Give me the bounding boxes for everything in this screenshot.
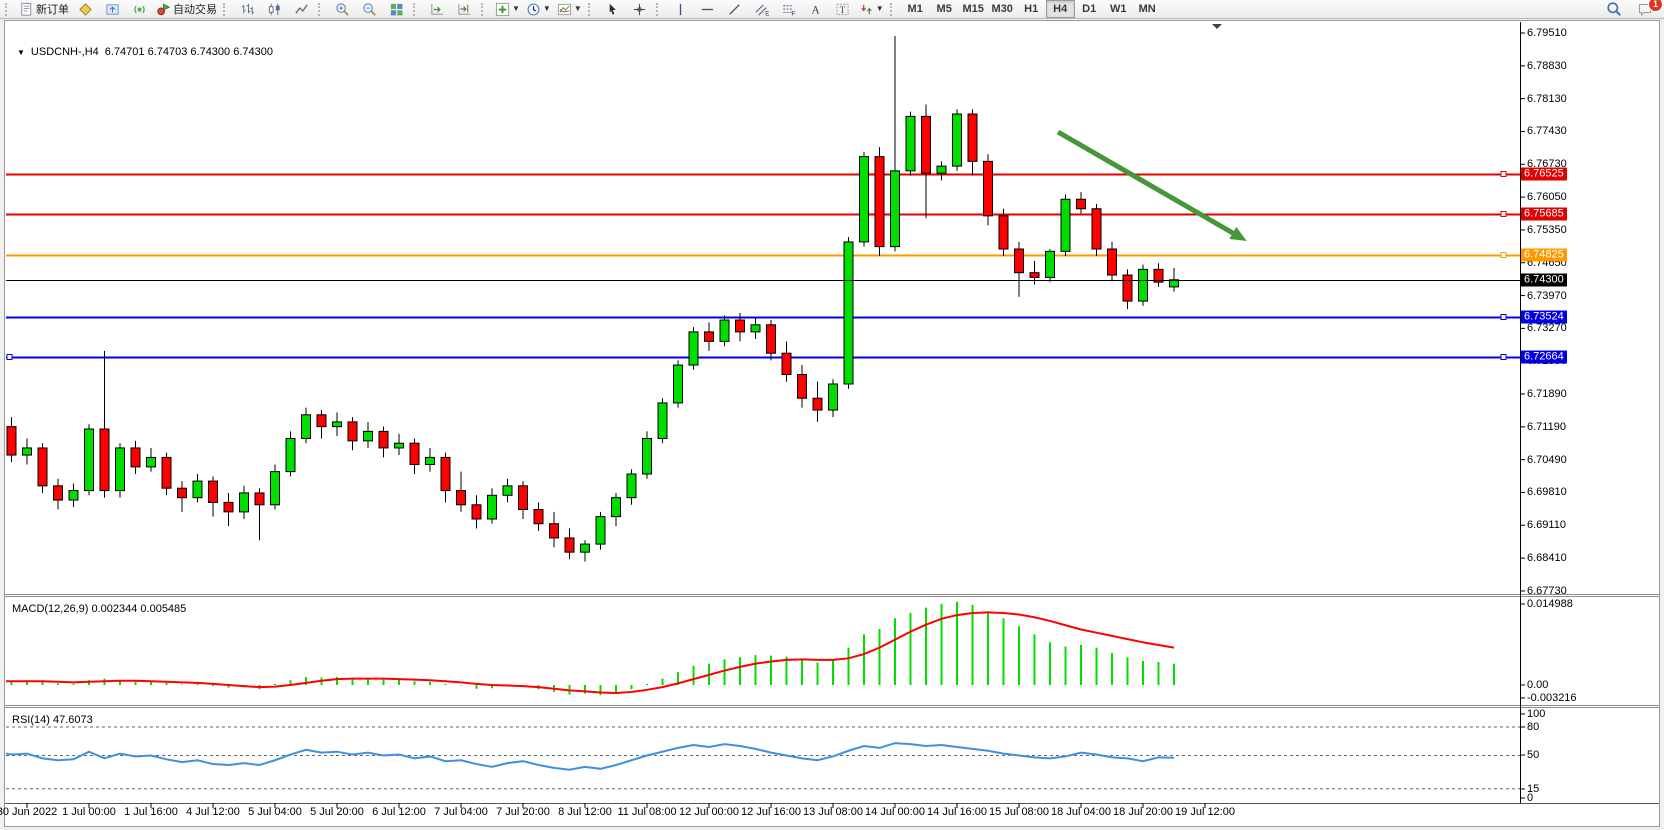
candle-bullish — [720, 320, 729, 341]
candle-bullish — [658, 403, 667, 439]
candle-bearish — [534, 510, 543, 524]
candle-bearish — [999, 216, 1008, 249]
candle-bullish — [1061, 199, 1070, 251]
candle-bearish — [379, 431, 388, 448]
candle-bullish — [1139, 269, 1148, 301]
candle-bearish — [54, 486, 63, 500]
hline-handle[interactable] — [1501, 212, 1506, 217]
candle-bearish — [813, 398, 822, 410]
candle-bullish — [488, 495, 497, 519]
candle-bearish — [472, 505, 481, 519]
candle-bullish — [193, 481, 202, 498]
candle-bearish — [162, 457, 171, 488]
candle-bullish — [503, 486, 512, 495]
candle-bearish — [348, 422, 357, 441]
candle-bearish — [209, 481, 218, 502]
hline-handle[interactable] — [1501, 315, 1506, 320]
candle-bearish — [410, 443, 419, 464]
candle-bullish — [240, 493, 249, 512]
candle-bullish — [1046, 251, 1055, 277]
candle-bearish — [550, 524, 559, 538]
candle-bearish — [1108, 249, 1117, 275]
candle-bearish — [224, 502, 233, 511]
candle-bullish — [906, 116, 915, 170]
candle-bearish — [705, 332, 714, 341]
candle-bullish — [937, 166, 946, 173]
candle-bearish — [968, 114, 977, 161]
plot-area[interactable] — [0, 36, 1520, 789]
candle-bullish — [596, 517, 605, 544]
candle-bearish — [1092, 209, 1101, 249]
candle-bearish — [1123, 275, 1132, 301]
candle-bullish — [364, 431, 373, 440]
macd-signal-line — [0, 612, 1174, 693]
candle-bearish — [255, 493, 264, 505]
candle-bullish — [23, 448, 32, 455]
candle-bearish — [1015, 249, 1024, 273]
candle-bullish — [674, 365, 683, 403]
hline-handle[interactable] — [1501, 172, 1506, 177]
candle-bullish — [844, 242, 853, 384]
candle-bearish — [178, 488, 187, 497]
rsi-line — [0, 743, 1174, 770]
candle-bullish — [116, 448, 125, 491]
candle-bearish — [38, 448, 47, 486]
candle-bearish — [7, 427, 16, 455]
hline-handle[interactable] — [1501, 355, 1506, 360]
hline-handle[interactable] — [1501, 253, 1506, 258]
mt4-application: 新订单自动交易▼▼▼EFAT▼M1M5M15M30H1H4D1W1MN1 ▼ U… — [0, 0, 1664, 830]
candle-bearish — [565, 538, 574, 552]
candle-bearish — [875, 157, 884, 247]
candle-bullish — [612, 498, 621, 517]
candle-bullish — [426, 457, 435, 464]
candle-bullish — [829, 384, 838, 410]
candle-bearish — [519, 486, 528, 510]
candle-bearish — [984, 161, 993, 215]
candle-bearish — [131, 448, 140, 467]
candle-bearish — [441, 457, 450, 490]
candle-bearish — [457, 491, 466, 505]
candle-bullish — [147, 457, 156, 466]
candle-bullish — [643, 438, 652, 474]
candle-bearish — [1077, 199, 1086, 208]
chart-shift-marker[interactable] — [1212, 24, 1222, 29]
candle-bullish — [286, 438, 295, 471]
trend-arrow-line[interactable] — [1058, 132, 1238, 236]
candle-bullish — [333, 422, 342, 427]
candle-bearish — [736, 320, 745, 332]
candle-bullish — [395, 443, 404, 448]
candle-bearish — [922, 116, 931, 173]
candle-bullish — [581, 544, 590, 552]
candle-bullish — [627, 474, 636, 498]
candle-bearish — [1030, 273, 1039, 278]
candle-bullish — [860, 157, 869, 242]
candle-bullish — [85, 429, 94, 491]
candle-bearish — [100, 429, 109, 491]
candle-bullish — [751, 325, 760, 332]
candle-bullish — [271, 472, 280, 505]
candle-bearish — [782, 353, 791, 374]
candle-bullish — [891, 171, 900, 247]
candle-bullish — [689, 332, 698, 365]
hline-handle[interactable] — [7, 355, 12, 360]
candle-bullish — [302, 415, 311, 439]
candle-bullish — [953, 114, 962, 166]
candle-bullish — [0, 427, 1, 481]
candle-bearish — [798, 375, 807, 399]
candle-bearish — [767, 325, 776, 353]
candle-bearish — [317, 415, 326, 427]
candle-bullish — [69, 491, 78, 500]
chart-canvas[interactable] — [0, 0, 1664, 830]
